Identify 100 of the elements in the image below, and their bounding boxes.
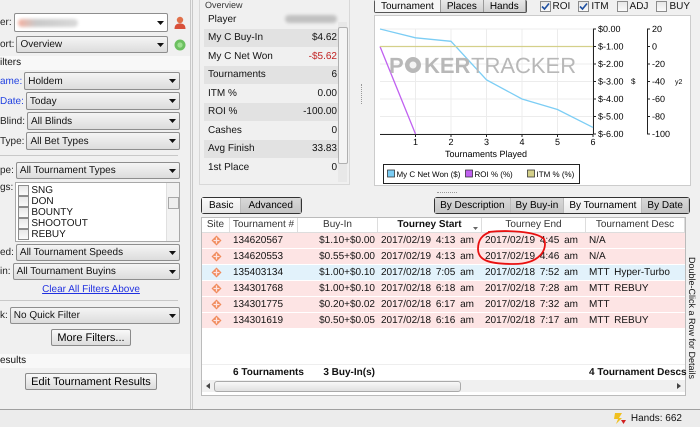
tick-label: $-2.00: [598, 59, 624, 69]
group-by-button[interactable]: By Date: [642, 198, 689, 213]
group-by-button[interactable]: By Buy-in: [510, 198, 564, 213]
checkbox[interactable]: [578, 1, 590, 12]
group-by-button[interactable]: By Description: [435, 198, 511, 213]
stat-label: Tournaments: [208, 69, 266, 80]
checkbox[interactable]: [540, 1, 551, 12]
watermark-text: P: [389, 53, 404, 78]
table-cell-text: 2017/02/19 4:13 am: [380, 234, 475, 248]
caret-icon: [169, 79, 176, 83]
table-cell-text: MTT REBUY: [588, 314, 650, 328]
tick-label: 3: [484, 137, 489, 147]
checkbox-label: DON: [31, 196, 54, 207]
checkbox[interactable]: [18, 218, 30, 229]
column-header[interactable]: Tourney End: [482, 218, 586, 232]
chart-tab[interactable]: Tournament: [375, 0, 441, 12]
player-dropdown[interactable]: [14, 13, 168, 32]
table-cell-text: $0.20+$0.02: [318, 298, 376, 312]
table-row[interactable]: 134620553 $0.55+$0.00 2017/02/19 4:13 am 2017/02/19 4:46 am N/A: [202, 249, 685, 265]
checkbox-label: ITM: [591, 1, 609, 12]
table-row[interactable]: 134301619 $0.50+$0.05 2017/02/18 6:16 am 2017/02/18 7:17 am MTT REBUY: [202, 313, 685, 329]
view-toggle-button[interactable]: Advanced: [241, 198, 301, 213]
tick-label: $-1.00: [598, 42, 624, 52]
checkbox[interactable]: [616, 1, 628, 12]
edit-results-button[interactable]: Edit Tournament Results: [25, 373, 157, 390]
table-cell-text: $1.10+$0.00: [318, 234, 376, 248]
chart-tab[interactable]: Places: [440, 0, 484, 12]
table-cell-text: 134301619: [232, 314, 284, 328]
help-icon[interactable]: [174, 38, 186, 50]
table-cell-text: 2017/02/19 4:13 am: [380, 250, 475, 264]
tick-label: $-6.00: [598, 129, 624, 139]
checkbox-label: REBUY: [31, 229, 66, 240]
watermark-text: TRACKER: [471, 53, 576, 78]
checkbox[interactable]: [18, 185, 30, 196]
arrow-right-icon[interactable]: [676, 383, 681, 389]
tournament-type-dropdown[interactable]: All Tournament Types: [16, 162, 180, 179]
table-cell-text: $0.50+$0.05: [318, 314, 376, 328]
legend-label: My C Net Won ($): [396, 170, 460, 179]
arrow-left-icon[interactable]: [206, 383, 211, 389]
total-label: 3 Buy-In(s): [323, 367, 375, 378]
tick-label: 1: [413, 137, 418, 147]
tick-label: $-5.00: [598, 112, 624, 122]
report-dropdown[interactable]: Overview: [16, 36, 168, 53]
table-cell-text: 2017/02/19 4:46 am: [484, 250, 579, 264]
table-cell-text: $1.00+$0.10: [318, 266, 376, 280]
checkbox[interactable]: [18, 207, 30, 218]
legend-swatch: [527, 170, 535, 178]
caret-icon: [157, 42, 164, 46]
site-icon: [210, 315, 222, 326]
table-cell-text: 2017/02/18 7:32 am: [484, 298, 579, 312]
stat-value: 0: [331, 162, 337, 173]
tick-label: 20: [652, 24, 662, 34]
column-header[interactable]: Tourney Start: [378, 218, 482, 232]
buyin-dropdown[interactable]: All Tournament Buyins: [12, 263, 180, 280]
filter-dropdown[interactable]: Holdem: [24, 72, 180, 90]
column-header[interactable]: Tournament #: [230, 218, 298, 232]
chart-tab[interactable]: Hands: [484, 0, 526, 12]
table-cell-text: N/A: [588, 250, 607, 264]
field-label: k:: [0, 310, 8, 321]
splitter-handle[interactable]: [361, 84, 363, 104]
group-by-button[interactable]: By Tournament: [564, 198, 642, 213]
more-filters-button[interactable]: More Filters...: [51, 329, 131, 346]
stat-label: Player: [208, 14, 236, 25]
checkbox[interactable]: [18, 229, 30, 240]
table-cell-text: 2017/02/18 7:52 am: [484, 266, 579, 280]
table-row[interactable]: 134301775 $0.20+$0.02 2017/02/18 6:17 am 2017/02/18 7:32 am MTT: [202, 297, 685, 313]
column-header[interactable]: Tournament Desc: [586, 218, 685, 232]
checkbox[interactable]: [18, 196, 30, 207]
section-header: esults: [0, 354, 190, 368]
view-toggle-button[interactable]: Basic: [202, 198, 242, 213]
splitter-handle[interactable]: [436, 192, 456, 194]
site-icon: [210, 251, 222, 262]
axis-title: Tournaments Played: [444, 149, 528, 159]
table-row[interactable]: 135403134 $1.00+$0.10 2017/02/18 7:05 am 2017/02/18 7:52 am MTT Hyper-Turbo: [202, 265, 685, 281]
column-header[interactable]: Buy-In: [298, 218, 378, 232]
section-header: ilters: [0, 56, 190, 70]
filter-dropdown[interactable]: All Blinds: [27, 112, 180, 130]
table-row[interactable]: 134301768 $1.00+$0.10 2017/02/18 6:18 am 2017/02/18 7:28 am MTT REBUY: [202, 281, 685, 297]
caret-icon: [169, 139, 176, 143]
stat-value: 33.83: [312, 143, 337, 154]
scrollbar[interactable]: [338, 22, 347, 182]
stat-label: ROI %: [208, 106, 238, 118]
stat-value: 6: [331, 69, 337, 80]
checkbox[interactable]: [656, 1, 668, 12]
speed-dropdown[interactable]: All Tournament Speeds: [16, 244, 180, 261]
column-header[interactable]: Site: [202, 218, 230, 232]
filter-dropdown[interactable]: All Bet Types: [26, 132, 180, 150]
filter-dropdown[interactable]: Today: [26, 92, 180, 110]
scrollbar[interactable]: [166, 183, 179, 241]
tick-label: $-3.00: [598, 76, 624, 86]
hands-count: Hands: 662: [630, 413, 682, 424]
scrollbar[interactable]: [202, 380, 685, 392]
table-cell-text: 134620553: [232, 250, 284, 264]
clear-filters-link[interactable]: Clear All Filters Above: [42, 284, 140, 295]
quick-filter-dropdown[interactable]: No Quick Filter: [10, 307, 180, 324]
table-cell-text: MTT REBUY: [588, 282, 650, 296]
legend-label: ROI % (%): [474, 170, 513, 179]
table-cell-text: $0.55+$0.00: [318, 250, 376, 264]
legend-label: ITM % (%): [536, 170, 574, 179]
panel-title: Overview: [205, 0, 243, 10]
